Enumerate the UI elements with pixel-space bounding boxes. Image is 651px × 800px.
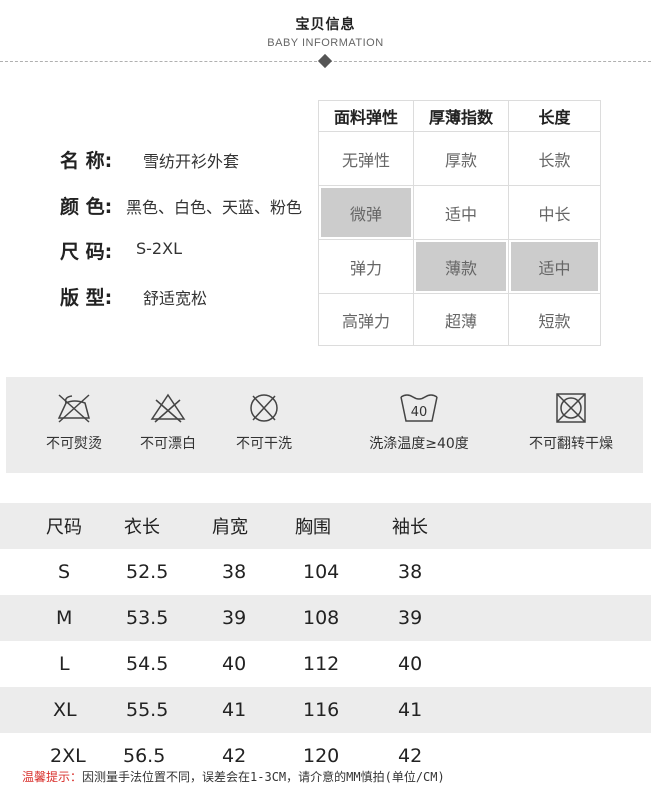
info-value: 舒适宽松 [143,289,208,308]
size-cell: M [56,607,73,629]
care-item: 40 洗涤温度≥40度 [349,391,489,453]
fabric-cell: 适中 [413,185,509,240]
fabric-cell: 超薄 [413,293,509,346]
fabric-cell: 长款 [508,131,601,186]
size-cell: 53.5 [126,607,169,629]
fabric-cell: 弹力 [318,239,414,294]
info-label: 尺 码: [60,241,113,263]
size-cell: 40 [398,653,423,675]
size-header-cell: 尺码 [46,517,82,538]
diamond-icon [317,53,333,69]
note-text: 因测量手法位置不同，误差会在1-3CM，请介意的MM慎拍(单位/CM) [82,770,445,784]
wash-temp-text: 40 [411,405,428,420]
size-header-cell: 衣长 [124,517,160,538]
size-cell: 40 [222,653,247,675]
care-instructions-band: 不可熨烫 不可漂白 不可干洗 40 洗涤温度≥40度 不可翻转干燥 [6,377,643,473]
fabric-cell-selected: 微弹 [318,185,414,240]
info-label: 版 型: [60,287,113,309]
fabric-cell-selected: 适中 [508,239,601,294]
care-item: 不可干洗 [226,391,302,453]
size-cell: XL [53,699,77,721]
info-value: S-2XL [136,239,182,258]
size-row: M 53.5 39 108 39 [0,595,651,641]
fabric-row: 高弹力 超薄 短款 [318,293,601,346]
size-cell: 41 [398,699,423,721]
note-prefix: 温馨提示： [22,770,83,784]
size-cell: 116 [303,699,340,721]
fabric-header-cell: 长度 [508,100,601,132]
care-label: 不可干洗 [236,436,292,452]
fabric-cell: 短款 [508,293,601,346]
size-cell: 104 [303,561,340,583]
care-item: 不可翻转干燥 [516,391,626,453]
size-cell: 55.5 [126,699,169,721]
size-cell: L [59,653,70,675]
size-cell: 38 [222,561,247,583]
section-title: 宝贝信息 [295,17,356,33]
info-value: 雪纺开衫外套 [143,152,240,171]
no-bleach-icon [150,393,186,423]
fabric-row: 弹力 薄款 适中 [318,239,601,294]
size-cell: 41 [222,699,247,721]
size-cell: 54.5 [126,653,169,675]
section-header: 宝贝信息 BABY INFORMATION [0,14,651,49]
fabric-header-cell: 面料弹性 [318,100,414,132]
care-label: 不可翻转干燥 [529,436,613,452]
size-row: XL 55.5 41 116 41 [0,687,651,733]
fabric-header-row: 面料弹性 厚薄指数 长度 [318,100,601,132]
care-label: 不可漂白 [140,436,196,452]
size-cell: 39 [222,607,247,629]
fabric-cell-selected: 薄款 [413,239,509,294]
care-label: 不可熨烫 [46,436,102,452]
fabric-cell: 厚款 [413,131,509,186]
size-row: S 52.5 38 104 38 [0,549,651,595]
fabric-property-table: 面料弹性 厚薄指数 长度 无弹性 厚款 长款 微弹 适中 中长 弹力 薄款 适中… [318,100,601,346]
size-header-cell: 肩宽 [212,517,248,538]
size-cell: 39 [398,607,423,629]
fabric-cell: 中长 [508,185,601,240]
fabric-row: 微弹 适中 中长 [318,185,601,240]
care-label: 洗涤温度≥40度 [369,436,469,452]
fabric-header-cell: 厚薄指数 [413,100,509,132]
care-item: 不可熨烫 [36,391,112,453]
size-header-cell: 胸围 [295,517,331,538]
no-dry-clean-icon [250,394,278,422]
size-cell: 108 [303,607,340,629]
info-label: 颜 色: [60,196,113,218]
size-cell: 38 [398,561,423,583]
size-cell: S [58,561,71,583]
size-row: L 54.5 40 112 40 [0,641,651,687]
no-tumble-dry-icon [556,393,586,423]
size-cell: 52.5 [126,561,169,583]
no-iron-icon [57,394,90,423]
size-header-cell: 袖长 [392,517,428,538]
section-subtitle: BABY INFORMATION [267,37,384,49]
info-value: 黑色、白色、天蓝、粉色 [126,198,303,217]
care-item: 不可漂白 [130,391,206,453]
wash-40-icon: 40 [400,394,438,422]
fabric-cell: 高弹力 [318,293,414,346]
size-chart-table: 尺码 衣长 肩宽 胸围 袖长 S 52.5 38 104 38 M 53.5 3… [0,503,651,779]
fabric-cell: 无弹性 [318,131,414,186]
size-header-row: 尺码 衣长 肩宽 胸围 袖长 [0,503,651,549]
info-label: 名 称: [60,150,113,172]
measurement-note: 温馨提示：因测量手法位置不同，误差会在1-3CM，请介意的MM慎拍(单位/CM) [22,768,445,785]
size-cell: 112 [303,653,340,675]
fabric-row: 无弹性 厚款 长款 [318,131,601,186]
